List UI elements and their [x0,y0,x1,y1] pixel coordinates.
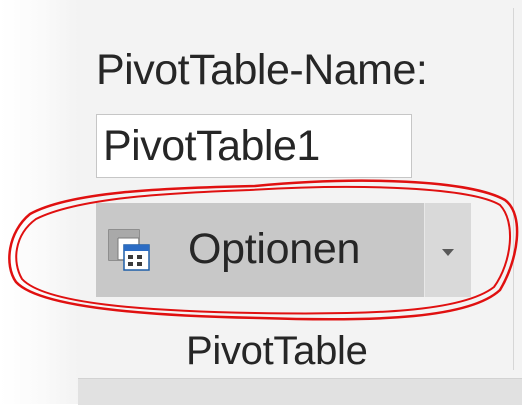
options-split-button: Optionen [96,203,471,297]
ribbon-group-label: PivotTable [186,329,368,373]
pivottable-name-field[interactable] [96,114,412,178]
options-dropdown-button[interactable] [424,203,471,297]
ribbon-bottom-edge [78,378,522,405]
group-separator [513,8,514,370]
chevron-down-icon [442,244,454,256]
pivottable-name-label: PivotTable-Name: [96,46,428,94]
options-button-label: Optionen [188,225,361,273]
options-button[interactable]: Optionen [96,203,422,297]
pivot-options-icon [108,229,150,271]
left-edge-background [0,0,78,404]
